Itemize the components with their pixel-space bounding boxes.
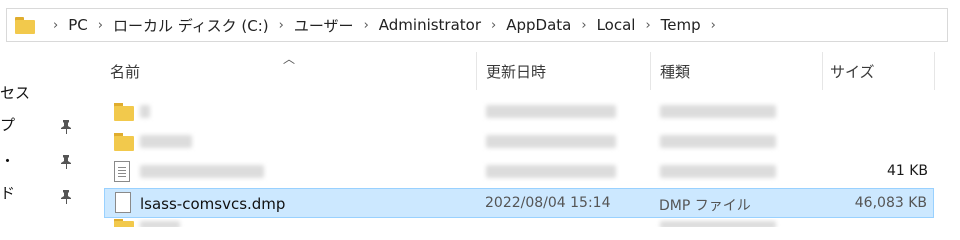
breadcrumb-temp[interactable]: Temp bbox=[661, 16, 701, 34]
redacted-type bbox=[660, 165, 776, 178]
breadcrumb-administrator[interactable]: Administrator bbox=[379, 16, 481, 34]
file-size: 46,083 KB bbox=[854, 195, 927, 211]
redacted-date bbox=[486, 105, 616, 118]
column-header-type[interactable]: 種類 bbox=[652, 52, 820, 90]
breadcrumb-local[interactable]: Local bbox=[597, 16, 636, 34]
redacted-name bbox=[140, 165, 264, 178]
column-header-date[interactable]: 更新日時 bbox=[478, 52, 648, 90]
breadcrumb-local-disk[interactable]: ローカル ディスク (C:) bbox=[113, 15, 269, 36]
navigation-pane: セス プ ・ ド bbox=[0, 76, 90, 227]
chevron-right-icon: › bbox=[278, 17, 284, 33]
column-divider[interactable] bbox=[476, 52, 477, 90]
column-divider[interactable] bbox=[934, 52, 935, 90]
chevron-right-icon: › bbox=[491, 17, 497, 33]
chevron-right-icon[interactable]: › bbox=[711, 18, 716, 33]
column-header-date-label: 更新日時 bbox=[486, 63, 547, 81]
file-row-selected[interactable]: lsass-comsvcs.dmp 2022/08/04 15:14 DMP フ… bbox=[104, 188, 934, 218]
file-name: lsass-comsvcs.dmp bbox=[140, 195, 286, 213]
address-bar[interactable]: › PC › ローカル ディスク (C:) › ユーザー › Administr… bbox=[6, 8, 948, 42]
column-divider[interactable] bbox=[822, 52, 823, 90]
redacted-name bbox=[140, 105, 150, 118]
text-file-icon bbox=[114, 161, 130, 182]
chevron-right-icon: › bbox=[581, 17, 587, 33]
breadcrumb-pc[interactable]: PC bbox=[68, 16, 88, 34]
redacted-type bbox=[660, 105, 776, 118]
file-size: 41 KB bbox=[886, 163, 928, 179]
column-header-name[interactable]: 名前 bbox=[104, 52, 474, 90]
folder-icon bbox=[114, 102, 134, 122]
column-header-size-label: サイズ bbox=[830, 63, 875, 81]
chevron-right-icon: › bbox=[645, 17, 651, 33]
dmp-file-icon bbox=[115, 192, 131, 213]
pin-icon bbox=[60, 190, 72, 204]
chevron-right-icon: › bbox=[53, 17, 59, 33]
redacted-date bbox=[486, 165, 616, 178]
redacted-type bbox=[660, 135, 776, 148]
file-row[interactable] bbox=[104, 219, 934, 227]
column-header-size[interactable]: サイズ bbox=[824, 52, 934, 90]
nav-item-documents[interactable]: ド bbox=[0, 182, 15, 203]
redacted-name bbox=[140, 135, 192, 148]
redacted-type bbox=[660, 221, 776, 227]
folder-icon bbox=[15, 16, 35, 34]
breadcrumb-users[interactable]: ユーザー bbox=[294, 15, 354, 36]
chevron-right-icon: › bbox=[363, 17, 369, 33]
nav-item-downloads[interactable]: ・ bbox=[0, 150, 15, 171]
file-date: 2022/08/04 15:14 bbox=[485, 195, 611, 211]
column-header-type-label: 種類 bbox=[660, 63, 691, 81]
file-type: DMP ファイル bbox=[659, 198, 751, 214]
breadcrumb-appdata[interactable]: AppData bbox=[506, 16, 571, 34]
nav-item-desktop[interactable]: プ bbox=[0, 114, 15, 135]
file-row[interactable]: 41 KB bbox=[104, 157, 934, 187]
column-divider[interactable] bbox=[650, 52, 651, 90]
pin-icon bbox=[60, 155, 72, 169]
pin-icon bbox=[60, 120, 72, 134]
file-row[interactable] bbox=[104, 127, 934, 157]
folder-icon bbox=[114, 132, 134, 152]
column-header-name-label: 名前 bbox=[110, 63, 141, 81]
redacted-date bbox=[486, 135, 616, 148]
nav-item-quick-access[interactable]: セス bbox=[0, 82, 30, 103]
file-row[interactable] bbox=[104, 97, 934, 127]
folder-icon bbox=[114, 219, 134, 227]
redacted-name bbox=[140, 221, 180, 227]
chevron-right-icon: › bbox=[97, 17, 103, 33]
